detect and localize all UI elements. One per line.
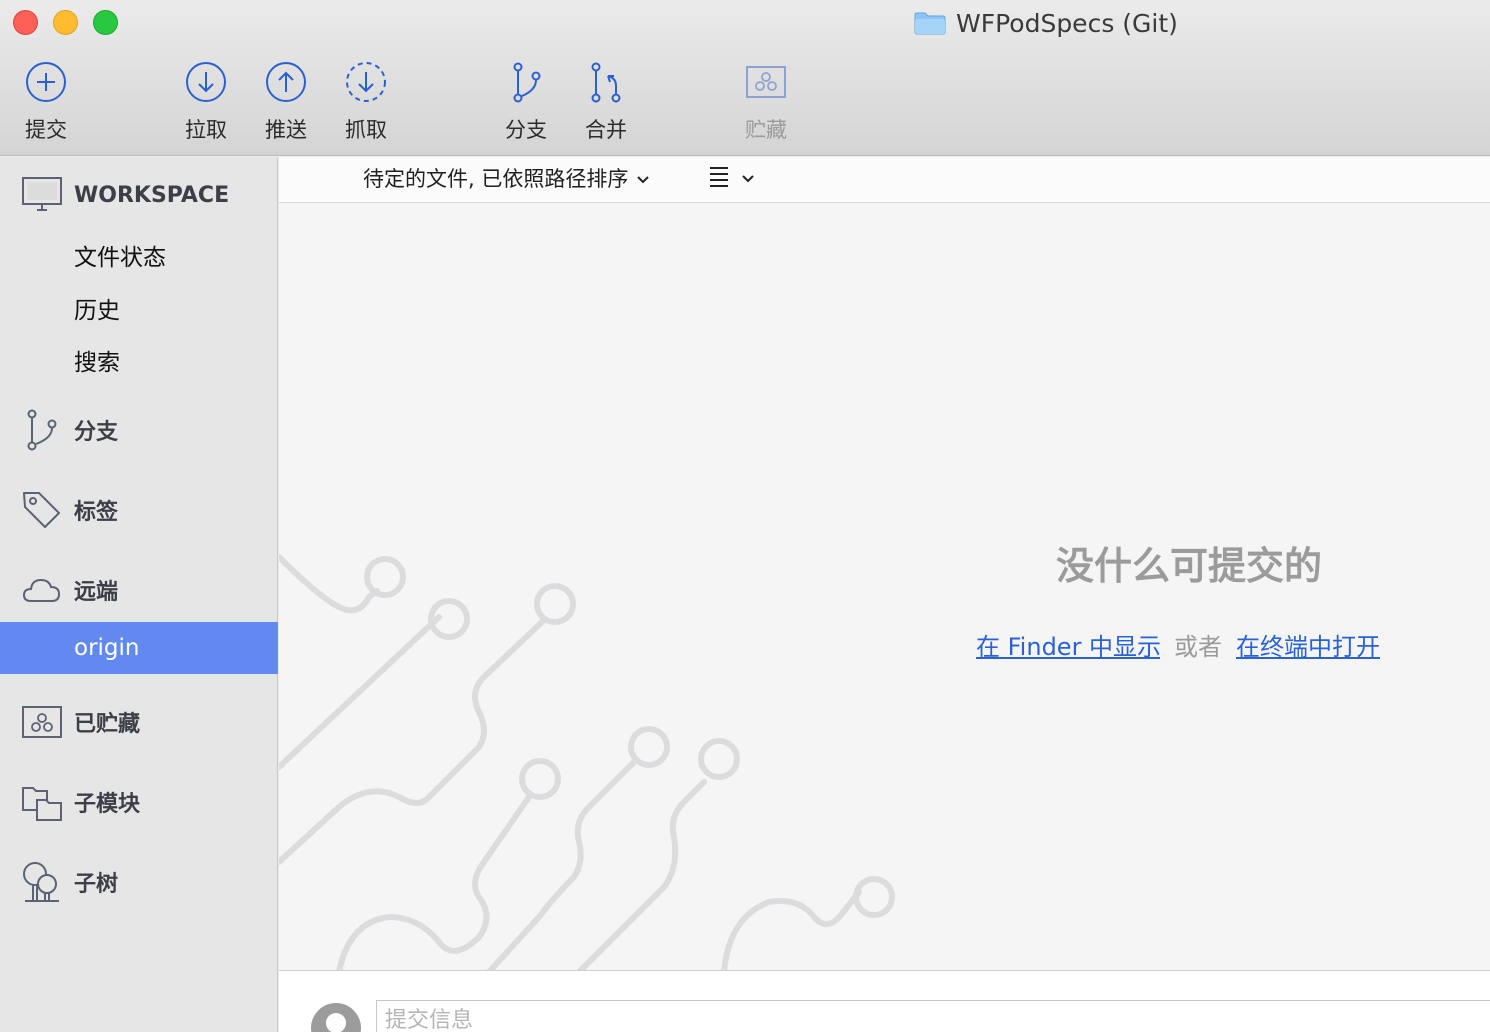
sidebar-item-label: origin xyxy=(74,635,140,661)
sidebar-item-stashes[interactable]: 已贮藏 xyxy=(0,700,278,744)
fetch-dashed-circle-icon xyxy=(342,58,390,106)
commit-message-area xyxy=(279,970,1490,1032)
pull-button[interactable]: 拉取 xyxy=(166,58,246,144)
minimize-window-button[interactable] xyxy=(53,10,78,35)
stash-icon xyxy=(20,700,64,744)
sidebar-item-label: 子树 xyxy=(74,872,119,897)
sidebar-item-label: 历史 xyxy=(74,298,120,324)
sidebar: WORKSPACE 文件状态 历史 搜索 分支 标签 远端 origin 已贮藏 xyxy=(0,157,278,1032)
fetch-button[interactable]: 抓取 xyxy=(326,58,406,144)
list-icon xyxy=(709,165,729,191)
monitor-icon xyxy=(20,173,64,217)
chevron-down-icon xyxy=(636,166,650,190)
close-window-button[interactable] xyxy=(13,10,38,35)
commit-button[interactable]: 提交 xyxy=(6,58,86,144)
open-in-terminal-link[interactable]: 在终端中打开 xyxy=(1236,627,1380,662)
sidebar-item-label: 搜索 xyxy=(74,350,120,376)
window-toolbar: WFPodSpecs (Git) 提交 拉取 推送 抓取 分支 合并 贮藏 xyxy=(0,0,1490,156)
sort-dropdown-label: 待定的文件, 已依照路径排序 xyxy=(363,167,629,191)
plus-circle-icon xyxy=(22,58,70,106)
show-in-finder-link[interactable]: 在 Finder 中显示 xyxy=(976,627,1160,662)
sidebar-item-submodules[interactable]: 子模块 xyxy=(0,780,278,824)
fetch-label: 抓取 xyxy=(345,118,387,142)
merge-icon xyxy=(582,58,630,106)
sidebar-item-label: 子模块 xyxy=(74,792,141,817)
commit-label: 提交 xyxy=(25,118,67,142)
file-filter-bar: 待定的文件, 已依照路径排序 xyxy=(279,157,1490,203)
commit-message-input[interactable] xyxy=(376,1000,1490,1032)
sidebar-item-branches[interactable]: 分支 xyxy=(0,408,278,452)
sidebar-item-remotes[interactable]: 远端 xyxy=(0,568,278,612)
merge-label: 合并 xyxy=(585,118,627,142)
sidebar-item-label: 分支 xyxy=(74,420,119,445)
cloud-icon xyxy=(20,568,64,612)
branch-icon xyxy=(20,408,64,452)
arrow-up-circle-icon xyxy=(262,58,310,106)
stash-icon xyxy=(742,58,790,106)
view-mode-dropdown[interactable] xyxy=(709,165,755,191)
sidebar-item-history[interactable]: 历史 xyxy=(0,287,278,329)
pull-label: 拉取 xyxy=(185,118,227,142)
or-separator: 或者 xyxy=(1174,633,1222,661)
folder-icon xyxy=(914,11,946,35)
sidebar-item-search[interactable]: 搜索 xyxy=(0,339,278,381)
window-title-text: WFPodSpecs (Git) xyxy=(956,8,1178,38)
sidebar-item-origin[interactable]: origin xyxy=(0,622,278,674)
submodule-icon xyxy=(20,780,64,824)
branch-label: 分支 xyxy=(505,118,547,142)
stash-button[interactable]: 贮藏 xyxy=(726,58,806,144)
branch-icon xyxy=(502,58,550,106)
push-label: 推送 xyxy=(265,118,307,142)
sidebar-item-label: 标签 xyxy=(74,500,119,525)
sidebar-item-label: 已贮藏 xyxy=(74,712,141,737)
avatar xyxy=(311,1003,361,1032)
merge-button[interactable]: 合并 xyxy=(566,58,646,144)
zoom-window-button[interactable] xyxy=(93,10,118,35)
push-button[interactable]: 推送 xyxy=(246,58,326,144)
empty-state-actions: 在 Finder 中显示 或者 在终端中打开 xyxy=(976,627,1380,662)
sidebar-item-subtrees[interactable]: 子树 xyxy=(0,860,278,904)
stash-label: 贮藏 xyxy=(745,118,787,142)
main-panel: 待定的文件, 已依照路径排序 没什么可提交的 在 Finder 中显示 或者 在… xyxy=(279,157,1490,1032)
branch-button[interactable]: 分支 xyxy=(486,58,566,144)
sidebar-item-label: 文件状态 xyxy=(74,245,166,271)
window-title: WFPodSpecs (Git) xyxy=(914,6,1178,40)
sidebar-item-tags[interactable]: 标签 xyxy=(0,488,278,532)
chevron-down-icon xyxy=(741,169,755,188)
tree-icon xyxy=(20,860,64,904)
sort-dropdown[interactable]: 待定的文件, 已依照路径排序 xyxy=(363,163,650,193)
sidebar-item-label: 远端 xyxy=(74,580,119,605)
arrow-down-circle-icon xyxy=(182,58,230,106)
sidebar-item-file-status[interactable]: 文件状态 xyxy=(0,234,278,276)
sidebar-workspace-label: WORKSPACE xyxy=(74,182,230,208)
empty-state-message: 没什么可提交的 xyxy=(1055,544,1322,588)
tag-icon xyxy=(20,488,64,532)
circuit-background-illustration xyxy=(279,554,895,972)
sidebar-workspace-header[interactable]: WORKSPACE xyxy=(0,173,278,217)
